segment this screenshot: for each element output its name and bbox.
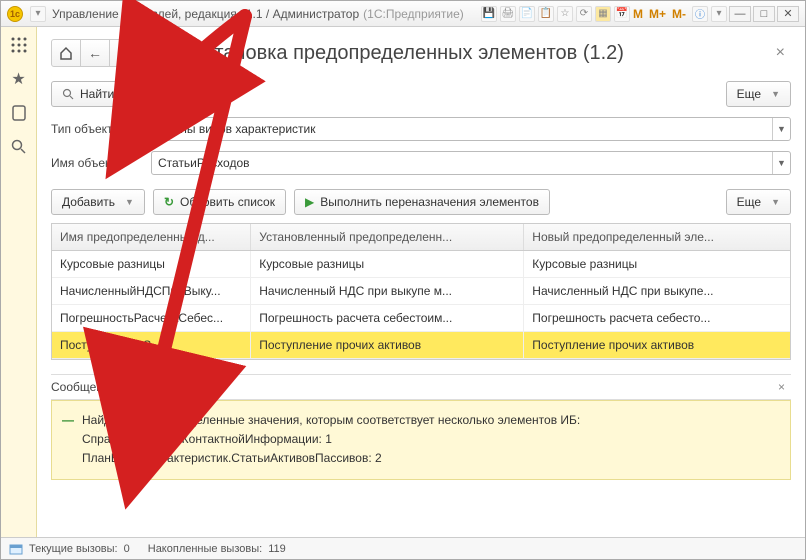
window-context: (1С:Предприятие) xyxy=(363,7,464,21)
calendar-icon[interactable]: 📅 xyxy=(614,6,630,22)
refresh-icon[interactable]: ⟳ xyxy=(576,6,592,22)
window-title: Управление торговлей, редакция 11.1 / Ад… xyxy=(52,7,359,21)
info-dd-icon[interactable]: ▾ xyxy=(711,6,727,22)
find-duplicates-button[interactable]: Найти дубли xyxy=(51,81,162,107)
table-cell: Курсовые разницы xyxy=(52,251,251,277)
find-duplicates-label: Найти дубли xyxy=(80,87,151,101)
table-row[interactable]: ПоступлениеОСПоступление прочих активовП… xyxy=(52,332,790,359)
type-value: Планы видов характеристик xyxy=(152,122,772,136)
data-table: Имя предопределенных д... Установленный … xyxy=(51,223,791,360)
maximize-button[interactable]: □ xyxy=(753,6,775,22)
m-button[interactable]: M xyxy=(633,7,643,21)
refresh-green-icon: ↻ xyxy=(164,195,174,209)
print-icon[interactable]: 🖨 xyxy=(500,6,516,22)
close-tab-button[interactable]: × xyxy=(770,40,791,66)
main-content: ← → Установка предопределенных элементов… xyxy=(37,27,805,537)
table-body: Курсовые разницыКурсовые разницыКурсовые… xyxy=(52,251,790,359)
messages-header: Сообщения: × xyxy=(51,374,791,400)
table-row[interactable]: Курсовые разницыКурсовые разницыКурсовые… xyxy=(52,251,790,278)
chevron-down-icon: ▼ xyxy=(771,197,780,207)
table-toolbar: Добавить▼ ↻ Обновить список ▶ Выполнить … xyxy=(51,189,791,215)
th-1[interactable]: Имя предопределенных д... xyxy=(52,224,251,250)
table-cell: Курсовые разницы xyxy=(251,251,524,277)
table-cell: Начисленный НДС при выкупе... xyxy=(524,278,790,304)
copy-icon[interactable]: 📋 xyxy=(538,6,554,22)
current-calls-label: Текущие вызовы: xyxy=(29,543,118,555)
type-dropdown-icon[interactable]: ▼ xyxy=(772,118,790,140)
app-logo-icon: 1c xyxy=(7,6,23,22)
table-cell: Погрешность расчета себесто... xyxy=(524,305,790,331)
status-icon xyxy=(9,542,23,556)
chevron-down-icon: ▼ xyxy=(771,89,780,99)
messages-body: — Найдены предопределенные значения, кот… xyxy=(51,400,791,480)
msg-line: Найдены предопределенные значения, котор… xyxy=(82,411,780,430)
star-tb-icon[interactable]: ☆ xyxy=(557,6,573,22)
name-dropdown-icon[interactable]: ▼ xyxy=(772,152,790,174)
dropdown-icon[interactable]: ▾ xyxy=(30,6,46,22)
forward-button[interactable]: → xyxy=(109,39,139,67)
close-window-button[interactable]: ✕ xyxy=(777,6,799,22)
table-cell: Погрешность расчета себестоим... xyxy=(251,305,524,331)
more-button-1[interactable]: Еще▼ xyxy=(726,81,791,107)
home-button[interactable] xyxy=(51,39,81,67)
name-value: СтатьиРасходов xyxy=(152,156,772,170)
table-cell: ПогрешностьРасчетаСебес... xyxy=(52,305,251,331)
m-minus-button[interactable]: M- xyxy=(672,7,686,21)
play-icon: ▶ xyxy=(305,195,314,209)
chevron-down-icon: ▼ xyxy=(125,197,134,207)
page-title: Установка предопределенных элементов (1.… xyxy=(153,42,770,65)
msg-line: Справочник.ВидыКонтактнойИнформации: 1 xyxy=(82,430,780,449)
table-row[interactable]: ПогрешностьРасчетаСебес...Погрешность ра… xyxy=(52,305,790,332)
status-bar: Текущие вызовы: 0 Накопленные вызовы: 11… xyxy=(1,537,805,559)
minimize-button[interactable]: — xyxy=(729,6,751,22)
clipboard-icon[interactable] xyxy=(9,103,29,123)
table-row[interactable]: НачисленныйНДСПриВыку...Начисленный НДС … xyxy=(52,278,790,305)
top-nav: ← → Установка предопределенных элементов… xyxy=(51,35,791,71)
name-label: Имя объекта: xyxy=(51,156,143,170)
messages-close-button[interactable]: × xyxy=(772,380,791,394)
th-3[interactable]: Новый предопределенный эле... xyxy=(524,224,790,250)
calc-icon[interactable]: ▦ xyxy=(595,6,611,22)
msg-line: ПланВидовХарактеристик.СтатьиАктивовПасс… xyxy=(82,449,780,468)
type-label: Тип объекта: xyxy=(51,122,143,136)
type-select[interactable]: Планы видов характеристик ▼ xyxy=(151,117,791,141)
table-cell: Курсовые разницы xyxy=(524,251,790,277)
messages-panel: Сообщения: × — Найдены предопределенные … xyxy=(51,374,791,480)
doc-icon[interactable]: 📄 xyxy=(519,6,535,22)
accum-calls-value: 119 xyxy=(268,543,286,555)
star-icon[interactable]: ★ xyxy=(9,69,29,89)
accum-calls-label: Накопленные вызовы: xyxy=(148,543,262,555)
table-cell: Начисленный НДС при выкупе м... xyxy=(251,278,524,304)
info-icon[interactable]: ⓘ xyxy=(692,6,708,22)
current-calls-value: 0 xyxy=(124,543,130,555)
add-button[interactable]: Добавить▼ xyxy=(51,189,145,215)
dash-icon: — xyxy=(62,411,74,430)
name-select[interactable]: СтатьиРасходов ▼ xyxy=(151,151,791,175)
table-cell: ПоступлениеОС xyxy=(52,332,251,358)
left-sidebar: ★ xyxy=(1,27,37,537)
app-window: 1c ▾ Управление торговлей, редакция 11.1… xyxy=(0,0,806,560)
search-icon[interactable] xyxy=(9,137,29,157)
table-cell: НачисленныйНДСПриВыку... xyxy=(52,278,251,304)
back-button[interactable]: ← xyxy=(80,39,110,67)
m-plus-button[interactable]: M+ xyxy=(649,7,666,21)
table-cell: Поступление прочих активов xyxy=(251,332,524,358)
execute-button[interactable]: ▶ Выполнить переназначения элементов xyxy=(294,189,550,215)
refresh-list-button[interactable]: ↻ Обновить список xyxy=(153,189,286,215)
table-header: Имя предопределенных д... Установленный … xyxy=(52,224,790,251)
table-cell: Поступление прочих активов xyxy=(524,332,790,358)
grid-icon[interactable] xyxy=(9,35,29,55)
save-icon[interactable]: 💾 xyxy=(481,6,497,22)
titlebar: 1c ▾ Управление торговлей, редакция 11.1… xyxy=(1,1,805,27)
more-button-2[interactable]: Еще▼ xyxy=(726,189,791,215)
th-2[interactable]: Установленный предопределенн... xyxy=(251,224,524,250)
